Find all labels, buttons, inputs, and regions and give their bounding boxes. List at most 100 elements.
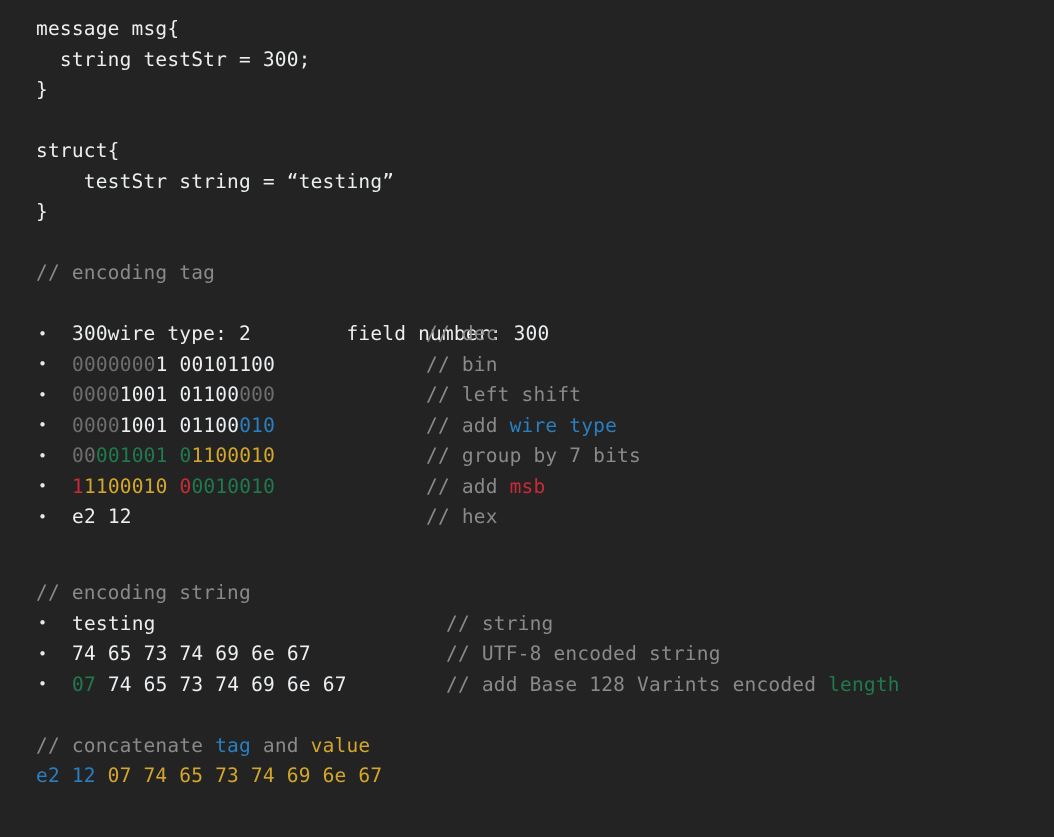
token-0: 300 bbox=[72, 322, 108, 345]
row-comment-utf8: // UTF-8 encoded string bbox=[446, 639, 721, 670]
bullet-icon: • bbox=[38, 477, 48, 496]
row-comment-hex: // hex bbox=[426, 502, 498, 533]
row-wrapper-string: • testing // string bbox=[36, 609, 1054, 640]
row-value-hex: e2 12 bbox=[72, 502, 132, 533]
proto-line-3: } bbox=[36, 78, 48, 101]
proto-line-1: message msg{ bbox=[36, 17, 180, 40]
bullet-icon: • bbox=[38, 644, 48, 663]
encoding-tag-section: // encoding tag wire type: 2 field numbe… bbox=[0, 258, 1054, 533]
token-1: 1 bbox=[155, 352, 168, 376]
comment-part-0: string bbox=[481, 611, 554, 635]
bullet-icon: • bbox=[38, 446, 48, 465]
token-4: 1100010 bbox=[191, 444, 276, 467]
token-3: 01100 bbox=[179, 413, 240, 437]
row-wrapper-dec: • 300 // dec bbox=[36, 319, 1054, 350]
blank-line-2 bbox=[0, 228, 1054, 259]
comment-part-0: add bbox=[461, 413, 510, 437]
encoding-row-hex: • e2 12 // hex bbox=[36, 502, 1054, 533]
encoding-tag-heading-comment: // encoding tag bbox=[36, 261, 216, 284]
bullet-icon: • bbox=[38, 675, 48, 694]
row-value-dec: 300 bbox=[72, 319, 108, 350]
comment-part-0: UTF-8 encoded string bbox=[481, 642, 721, 665]
bullet-icon: • bbox=[38, 614, 48, 633]
comment-slashes: // bbox=[426, 383, 462, 406]
comment-part-0: group by 7 bits bbox=[461, 444, 641, 467]
comment-slashes: // bbox=[426, 474, 462, 498]
row-comment-add-wire-type: // add wire type bbox=[426, 411, 617, 442]
bullet-icon: • bbox=[38, 416, 48, 435]
row-value-bin: 00000001 00101100 bbox=[72, 350, 275, 381]
row-value-left-shift: 00001001 01100000 bbox=[72, 380, 275, 411]
struct-line-3: } bbox=[36, 200, 48, 223]
encoding-row-utf8: • 74 65 73 74 69 6e 67 // UTF-8 encoded st… bbox=[36, 639, 1054, 670]
row-wrapper-add-msb: • 11100010 00010010 // add msb bbox=[36, 472, 1054, 503]
proto-line-2: string testStr = 300; bbox=[36, 47, 311, 71]
token-4: 000 bbox=[239, 383, 276, 406]
encoding-row-with-length: • 07 74 65 73 74 69 6e 67 // add Base 128 … bbox=[36, 670, 1054, 701]
token-2 bbox=[168, 444, 180, 467]
row-comment-dec: // dec bbox=[426, 319, 498, 350]
token-2 bbox=[168, 383, 180, 406]
comment-part-1: wire type bbox=[509, 413, 618, 437]
token-0: 07 bbox=[72, 672, 96, 696]
comment-part-0: bin bbox=[461, 352, 498, 376]
row-wrapper-left-shift: • 00001001 01100000 // left shift bbox=[36, 380, 1054, 411]
concatenate-comment: // concatenate tag and value bbox=[36, 731, 1054, 762]
row-wrapper-hex: • e2 12 // hex bbox=[36, 502, 1054, 533]
bullet-icon: • bbox=[38, 385, 48, 404]
token-0: testing bbox=[72, 611, 156, 635]
token-1: 74 65 73 74 69 6e 67 bbox=[95, 672, 347, 696]
concat-comment-part-0: // concatenate bbox=[36, 733, 216, 757]
code-slide: message msg{ string testStr = 300; } str… bbox=[0, 0, 1054, 837]
token-1: 1001 bbox=[119, 413, 168, 437]
row-value-add-wire-type: 00001001 01100010 bbox=[72, 411, 275, 442]
encoding-row-left-shift: • 00001001 01100000 // left shift bbox=[36, 380, 1054, 411]
comment-part-0: hex bbox=[461, 505, 498, 528]
row-comment-bin: // bin bbox=[426, 350, 498, 381]
token-2 bbox=[168, 475, 180, 498]
token-3: 0 bbox=[179, 474, 192, 498]
encoding-row-string: • testing // string bbox=[36, 609, 1054, 640]
token-0: 1 bbox=[72, 474, 84, 498]
concat-result-part-2: 07 74 65 73 74 69 6e 67 bbox=[107, 764, 383, 787]
comment-part-0: dec bbox=[461, 322, 498, 345]
token-4: 0010010 bbox=[191, 474, 276, 498]
row-value-string: testing bbox=[72, 609, 156, 640]
comment-part-1: length bbox=[828, 672, 900, 696]
encoding-row-dec: • 300 // dec bbox=[36, 319, 1054, 350]
comment-slashes: // bbox=[446, 611, 482, 635]
token-3: 01100 bbox=[179, 383, 240, 406]
comment-part-0: add bbox=[461, 474, 510, 498]
bullet-icon: • bbox=[38, 507, 48, 526]
comment-slashes: // bbox=[426, 352, 462, 376]
comment-slashes: // bbox=[426, 505, 462, 528]
row-wrapper-add-wire-type: • 00001001 01100010 // add wire type bbox=[36, 411, 1054, 442]
blank-line-4 bbox=[0, 700, 1054, 731]
row-value-utf8: 74 65 73 74 69 6e 67 bbox=[72, 639, 311, 670]
row-wrapper-bin: • 00000001 00101100 // bin bbox=[36, 350, 1054, 381]
struct-block: struct{ testStr string = “testing” } bbox=[0, 136, 1054, 228]
blank-line-1 bbox=[0, 106, 1054, 137]
comment-slashes: // bbox=[446, 642, 482, 665]
bullet-icon: • bbox=[38, 324, 48, 343]
token-1: 001001 bbox=[95, 444, 168, 467]
row-comment-left-shift: // left shift bbox=[426, 380, 581, 411]
comment-slashes: // bbox=[426, 413, 462, 437]
concat-result-part-0: e2 12 bbox=[36, 764, 96, 787]
concatenate-section: // concatenate tag and value e2 12 07 74… bbox=[0, 731, 1054, 792]
token-0: 0000 bbox=[72, 413, 120, 437]
comment-part-0: add Base 128 Varints encoded bbox=[481, 672, 829, 696]
row-comment-string: // string bbox=[446, 609, 553, 640]
proto-message-block: message msg{ string testStr = 300; } bbox=[0, 14, 1054, 106]
token-0: 74 65 73 74 69 6e 67 bbox=[72, 642, 311, 665]
comment-slashes: // bbox=[426, 444, 462, 467]
concat-comment-part-1: tag bbox=[215, 733, 251, 757]
struct-line-2: testStr string = “testing” bbox=[36, 169, 395, 193]
token-0: 0000 bbox=[72, 383, 120, 406]
row-wrapper-with-length: • 07 74 65 73 74 69 6e 67 // add Base 128 … bbox=[36, 670, 1054, 701]
concatenate-result: e2 12 07 74 65 73 74 69 6e 67 bbox=[36, 761, 1054, 792]
row-value-add-msb: 11100010 00010010 bbox=[72, 472, 275, 503]
comment-part-0: left shift bbox=[461, 383, 582, 406]
token-4: 010 bbox=[239, 413, 276, 437]
row-value-group-by-7-bits: 00001001 01100010 bbox=[72, 441, 275, 472]
